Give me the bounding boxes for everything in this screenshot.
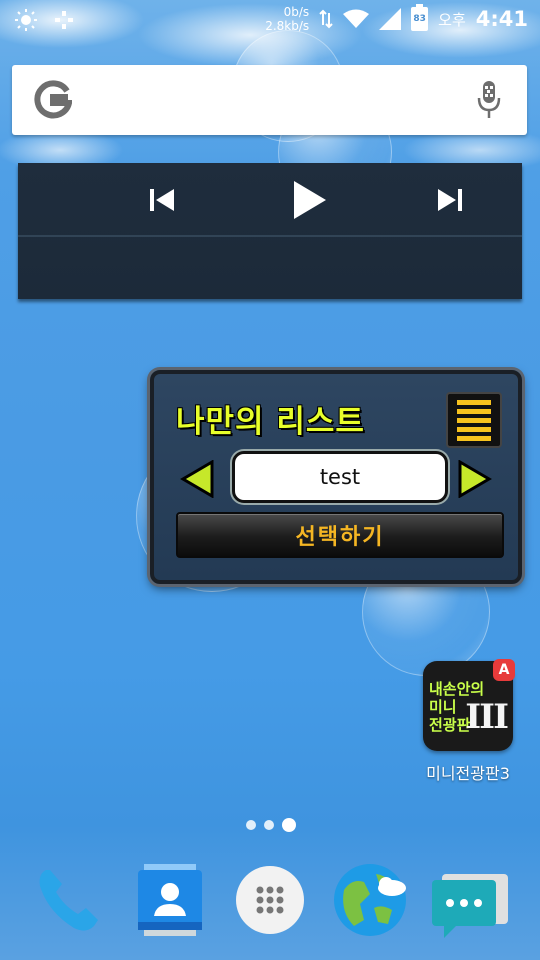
menu-bar xyxy=(457,408,491,414)
app-icon-text-2: 미니 xyxy=(429,698,457,716)
my-list-title: 나만의 리스트 xyxy=(176,404,365,440)
phone-icon[interactable] xyxy=(30,860,110,940)
app-drawer-icon[interactable] xyxy=(230,860,310,940)
next-item-arrow-icon[interactable] xyxy=(456,460,492,498)
select-button[interactable]: 선택하기 xyxy=(176,512,504,558)
wifi-icon xyxy=(343,9,370,28)
app-icon-numeral: III xyxy=(465,697,509,737)
battery-icon: 83 xyxy=(411,4,429,31)
net-download: 2.8kb/s xyxy=(265,19,310,33)
page-dot[interactable] xyxy=(264,820,274,830)
app-icon-text-3: 전광판 xyxy=(429,716,471,734)
prev-item-arrow-icon[interactable] xyxy=(180,460,216,498)
google-logo-icon xyxy=(34,80,72,119)
music-player-widget xyxy=(18,163,522,299)
contacts-icon[interactable] xyxy=(130,860,210,940)
data-transfer-icon xyxy=(319,9,333,29)
list-menu-button[interactable] xyxy=(446,392,502,448)
brightness-icon xyxy=(15,9,37,31)
clock-time: 4:41 xyxy=(475,7,528,31)
google-search-bar[interactable] xyxy=(12,65,527,135)
page-dot[interactable] xyxy=(246,820,256,830)
select-button-label: 선택하기 xyxy=(295,525,385,550)
app-icon-badge: A xyxy=(493,659,515,681)
list-item-display[interactable]: test xyxy=(232,451,448,503)
play-icon[interactable] xyxy=(290,179,330,221)
menu-bar xyxy=(457,399,491,405)
battery-level: 83 xyxy=(413,14,426,24)
net-upload: 0b/s xyxy=(283,5,310,19)
status-bar: 0b/s 2.8kb/s 83 오후 4:41 xyxy=(0,0,540,38)
menu-bar xyxy=(457,435,491,441)
list-item-text: test xyxy=(319,465,361,489)
app-dock xyxy=(0,850,540,960)
menu-bar xyxy=(457,426,491,432)
mini-display-app-icon[interactable]: 내손안의 미니 전광판 III A xyxy=(423,659,515,751)
app-icon-text-1: 내손안의 xyxy=(429,680,485,698)
network-speed: 0b/s 2.8kb/s xyxy=(265,5,309,33)
previous-track-icon[interactable] xyxy=(146,181,178,219)
gamepad-icon xyxy=(55,11,73,29)
next-track-icon[interactable] xyxy=(434,181,466,219)
page-dot-active[interactable] xyxy=(282,818,296,832)
music-widget-divider xyxy=(18,235,522,237)
signal-icon xyxy=(379,8,402,30)
clock-ampm: 오후 xyxy=(438,10,466,29)
menu-bar xyxy=(457,417,491,423)
microphone-icon[interactable] xyxy=(477,80,501,120)
messaging-icon[interactable] xyxy=(430,860,510,940)
mini-display-app-label[interactable]: 미니전광판3 xyxy=(408,760,528,784)
my-list-widget: 나만의 리스트 test 선택하기 xyxy=(150,370,522,584)
page-indicator xyxy=(246,818,296,832)
weather-earth-icon[interactable] xyxy=(330,860,410,940)
